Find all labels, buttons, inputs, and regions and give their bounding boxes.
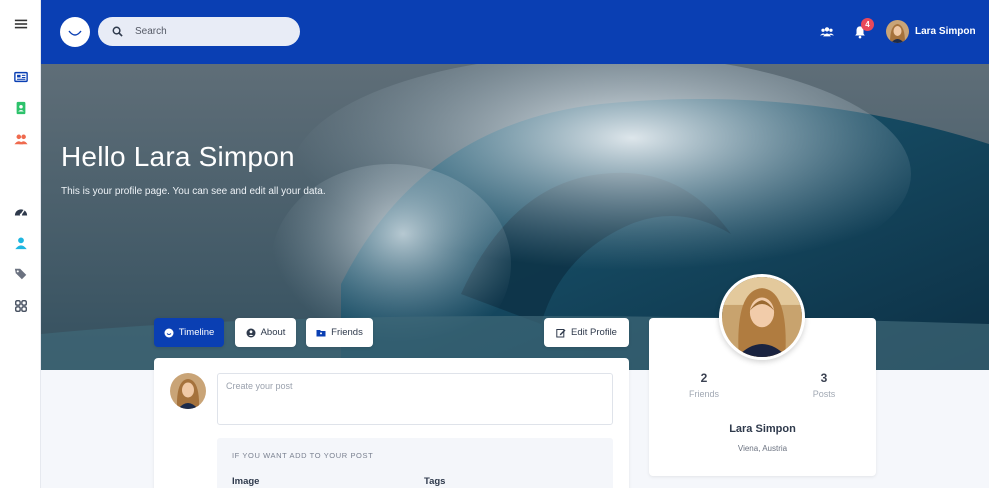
edit-icon — [556, 328, 566, 337]
friends-icon[interactable] — [819, 24, 835, 40]
edit-profile-button[interactable]: Edit Profile — [544, 318, 629, 347]
timeline-icon — [164, 328, 174, 337]
add-to-post-title: IF YOU WANT ADD TO YOUR POST — [232, 451, 374, 460]
friends-count: 2 — [700, 371, 708, 385]
image-label: Image — [232, 476, 260, 487]
sidebar — [0, 0, 41, 488]
create-post-card: IF YOU WANT ADD TO YOUR POST Image Tags — [154, 358, 629, 488]
apps-icon[interactable] — [13, 298, 29, 314]
profile-photo[interactable] — [719, 274, 805, 360]
user-avatar[interactable] — [886, 20, 909, 43]
dashboard-icon[interactable] — [13, 204, 29, 220]
tab-about-label: About — [260, 327, 286, 338]
friends-label: Friends — [688, 389, 719, 399]
user-name[interactable]: Lara Simpon — [915, 26, 976, 37]
about-icon — [246, 328, 256, 337]
tags-label: Tags — [424, 476, 446, 487]
menu-icon[interactable] — [13, 16, 29, 32]
tab-friends-label: Friends — [331, 327, 363, 338]
users-icon[interactable] — [13, 131, 29, 147]
tab-timeline[interactable]: Timeline — [154, 318, 224, 347]
search-bar — [98, 17, 300, 46]
hero-title: Hello Lara Simpon — [61, 141, 295, 172]
posts-count: 3 — [820, 371, 828, 385]
hero-subtitle: This is your profile page. You can see a… — [61, 186, 326, 197]
tab-friends[interactable]: Friends — [306, 318, 373, 347]
search-input[interactable] — [135, 26, 285, 37]
contact-icon[interactable] — [13, 100, 29, 116]
user-icon[interactable] — [13, 235, 29, 251]
profile-name: Lara Simpon — [729, 423, 796, 435]
folder-icon — [316, 329, 326, 336]
create-post-input[interactable] — [217, 373, 613, 425]
logo-icon[interactable] — [60, 17, 90, 47]
posts-label: Posts — [812, 389, 836, 399]
search-icon — [112, 26, 123, 37]
profile-location: Viena, Austria — [737, 444, 788, 453]
post-avatar — [170, 373, 206, 409]
tab-timeline-label: Timeline — [178, 327, 215, 338]
add-to-post-section: IF YOU WANT ADD TO YOUR POST Image Tags — [217, 438, 613, 488]
top-navbar: 4 Lara Simpon — [41, 0, 989, 64]
edit-profile-label: Edit Profile — [571, 327, 617, 338]
news-icon[interactable] — [13, 69, 29, 85]
tab-about[interactable]: About — [235, 318, 296, 347]
tags-icon[interactable] — [13, 266, 29, 282]
notification-badge: 4 — [861, 18, 874, 31]
